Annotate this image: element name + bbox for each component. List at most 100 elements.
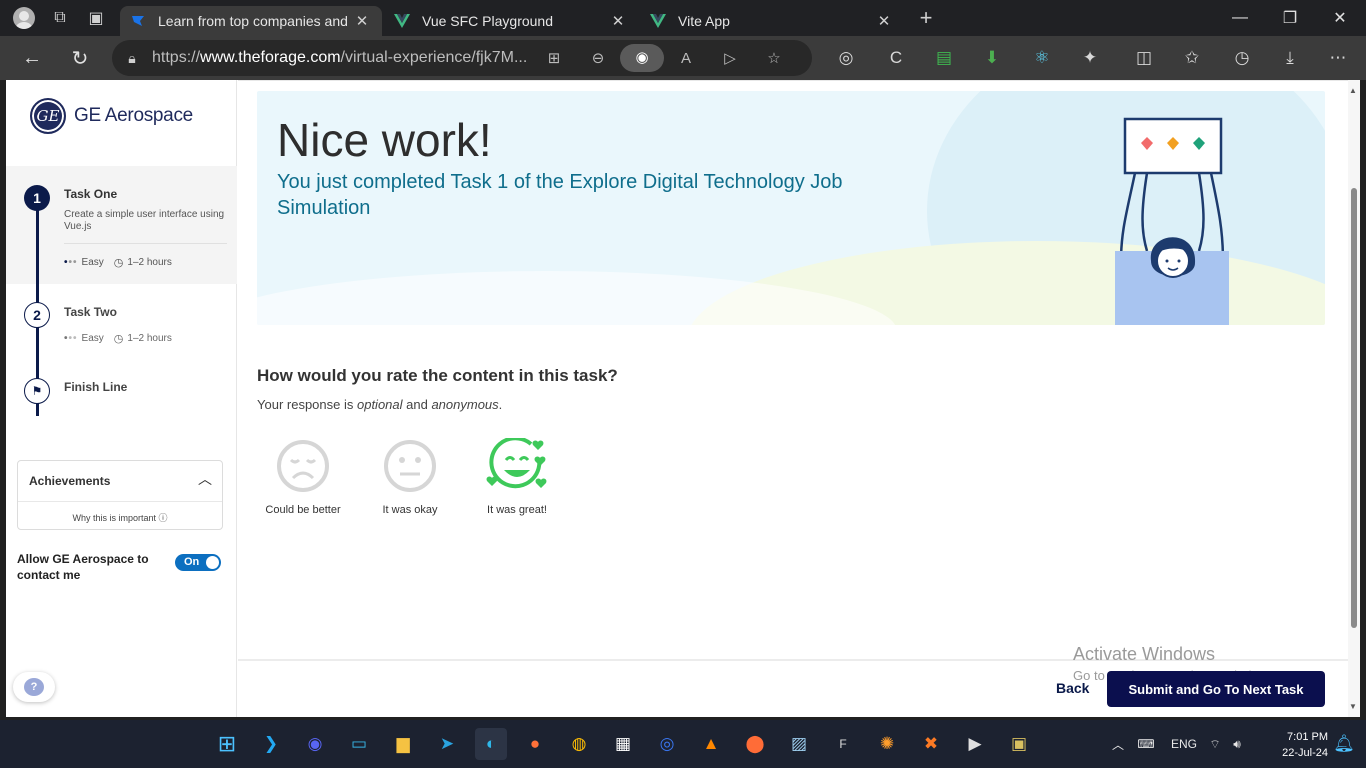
discord-icon[interactable]: ◉: [299, 728, 331, 760]
language-indicator[interactable]: ENG: [1164, 737, 1204, 751]
notification-bell-icon[interactable]: 🔔︎: [1328, 728, 1360, 760]
why-important-link[interactable]: Why this is important ⓘ: [18, 511, 222, 524]
immersive-reader-icon[interactable]: ▷: [708, 49, 752, 67]
difficulty-label: Easy: [81, 333, 104, 344]
tab-title: Learn from top companies and sp: [158, 13, 352, 29]
split-screen-icon[interactable]: ◫: [1124, 36, 1164, 80]
achievements-panel: Achievements ︿ Why this is important ⓘ: [17, 460, 223, 530]
extension-printer-icon[interactable]: ▤: [924, 36, 964, 80]
company-logo[interactable]: GE GE Aerospace: [30, 98, 193, 134]
ge-logo-icon: GE: [30, 98, 66, 134]
task-sidebar: GE GE Aerospace 1 Task One Create a simp…: [6, 80, 237, 717]
help-icon: ?: [24, 678, 44, 696]
close-tab-icon[interactable]: ✕: [874, 12, 894, 30]
postman-icon[interactable]: ⬤: [739, 728, 771, 760]
contact-toggle[interactable]: On: [175, 554, 221, 571]
chart-app-icon[interactable]: ▨: [783, 728, 815, 760]
completion-banner: Nice work! You just completed Task 1 of …: [257, 91, 1325, 325]
close-window-icon[interactable]: ✕: [1316, 0, 1364, 36]
tab-vue-playground[interactable]: Vue SFC Playground ✕: [384, 6, 638, 36]
extension-react-icon[interactable]: ⚛: [1022, 36, 1062, 80]
tab-title: Vite App: [678, 13, 730, 29]
extension-target-icon[interactable]: ◎: [826, 36, 866, 80]
step-number-1: 1: [24, 185, 50, 211]
telegram-icon[interactable]: ➤: [431, 728, 463, 760]
browser-tab-bar: ⧉ ▣ Learn from top companies and sp ✕ Vu…: [0, 0, 1366, 36]
f-app-icon[interactable]: F: [827, 728, 859, 760]
rating-option-could-be-better[interactable]: Could be better: [261, 438, 345, 516]
favorite-star-icon[interactable]: ☆: [752, 49, 796, 67]
task-one-description: Create a simple user interface using Vue…: [64, 209, 225, 232]
tracking-prevention-icon[interactable]: ◉: [620, 44, 664, 72]
refresh-icon[interactable]: ↻: [60, 38, 100, 78]
close-tab-icon[interactable]: ✕: [608, 12, 628, 30]
rating-option-it-was-okay[interactable]: It was okay: [368, 438, 452, 516]
back-arrow-icon[interactable]: ←: [12, 38, 52, 78]
history-icon[interactable]: ◷: [1222, 36, 1262, 80]
difficulty-dots-icon: •••: [64, 257, 78, 268]
capcut-icon[interactable]: ▦: [607, 728, 639, 760]
clock[interactable]: 7:01 PM 22-Jul-24: [1270, 729, 1328, 761]
web-page: GE GE Aerospace 1 Task One Create a simp…: [6, 80, 1360, 717]
tab-actions-icon[interactable]: ▣: [78, 0, 114, 36]
rating-label: It was okay: [382, 504, 438, 516]
new-tab-icon[interactable]: +: [908, 0, 944, 36]
start-menu-icon[interactable]: ⊞: [211, 728, 243, 760]
volume-icon[interactable]: 🔊︎: [1226, 737, 1248, 752]
neutral-face-icon: [384, 440, 436, 492]
rating-option-it-was-great[interactable]: It was great!: [475, 438, 559, 516]
chevron-up-icon[interactable]: ︿: [198, 469, 212, 489]
extensions-puzzle-icon[interactable]: ✦: [1070, 36, 1110, 80]
main-content: Nice work! You just completed Task 1 of …: [238, 80, 1348, 717]
chrome-icon[interactable]: ◍: [563, 728, 595, 760]
workspaces-icon[interactable]: ⧉: [42, 0, 78, 36]
profile-avatar[interactable]: [6, 0, 42, 36]
file-explorer-icon[interactable]: ▆: [387, 728, 419, 760]
downloads-icon[interactable]: ⤓: [1270, 36, 1310, 80]
close-tab-icon[interactable]: ✕: [352, 12, 372, 30]
firefox-icon[interactable]: ●: [519, 728, 551, 760]
address-bar[interactable]: 🔒︎ https://www.theforage.com/virtual-exp…: [112, 40, 812, 76]
back-button[interactable]: Back: [1056, 680, 1089, 696]
minimize-icon[interactable]: —: [1216, 0, 1264, 36]
xampp-icon[interactable]: ✖: [915, 728, 947, 760]
vue-favicon-icon: [394, 13, 410, 29]
submit-next-task-button[interactable]: Submit and Go To Next Task: [1107, 671, 1325, 707]
read-aloud-icon[interactable]: A: [664, 50, 708, 67]
app-available-icon[interactable]: ⊞: [532, 49, 576, 67]
scroll-up-arrow-icon[interactable]: ▲: [1349, 86, 1357, 95]
keyboard-icon[interactable]: ⌨: [1128, 737, 1164, 751]
task-two-title[interactable]: Task Two: [64, 305, 117, 319]
step-number-2: 2: [24, 302, 50, 328]
system-tray: ︿ ⌨ ENG ⌔ 🔊︎: [1108, 720, 1248, 768]
signal-app-icon[interactable]: ◎: [651, 728, 683, 760]
monitor-app-icon[interactable]: ▭: [343, 728, 375, 760]
flame-app-icon[interactable]: ✺: [871, 728, 903, 760]
chevron-up-icon[interactable]: ︿: [1108, 736, 1128, 753]
scrollbar-thumb[interactable]: [1351, 188, 1357, 628]
tab-vite-app[interactable]: Vite App ✕: [640, 6, 904, 36]
game-app-icon[interactable]: ▣: [1003, 728, 1035, 760]
scroll-down-arrow-icon[interactable]: ▼: [1349, 702, 1357, 711]
tab-forage[interactable]: Learn from top companies and sp ✕: [120, 6, 382, 36]
favorites-icon[interactable]: ✩: [1172, 36, 1212, 80]
zoom-icon[interactable]: ⊖: [576, 49, 620, 67]
extension-download-icon[interactable]: ⬇: [972, 36, 1012, 80]
vscode-icon[interactable]: ❯: [255, 728, 287, 760]
divider: [238, 80, 1348, 81]
extension-c-icon[interactable]: C: [876, 36, 916, 80]
achievements-title: Achievements: [29, 474, 111, 488]
duration-label: 1–2 hours: [127, 257, 172, 268]
more-menu-icon[interactable]: ⋯: [1318, 36, 1358, 80]
restore-icon[interactable]: ❐: [1266, 0, 1314, 36]
page-scrollbar[interactable]: ▲ ▼: [1348, 80, 1360, 717]
task-one-title[interactable]: Task One: [64, 187, 117, 201]
vue-favicon-icon: [650, 13, 666, 29]
wifi-icon[interactable]: ⌔: [1204, 737, 1226, 752]
finish-line-title[interactable]: Finish Line: [64, 380, 127, 394]
media-player-icon[interactable]: ▶: [959, 728, 991, 760]
duration-label: 1–2 hours: [127, 333, 172, 344]
edge-browser-icon[interactable]: ◐: [475, 728, 507, 760]
help-button[interactable]: ?: [13, 672, 55, 702]
vlc-icon[interactable]: ▲: [695, 728, 727, 760]
